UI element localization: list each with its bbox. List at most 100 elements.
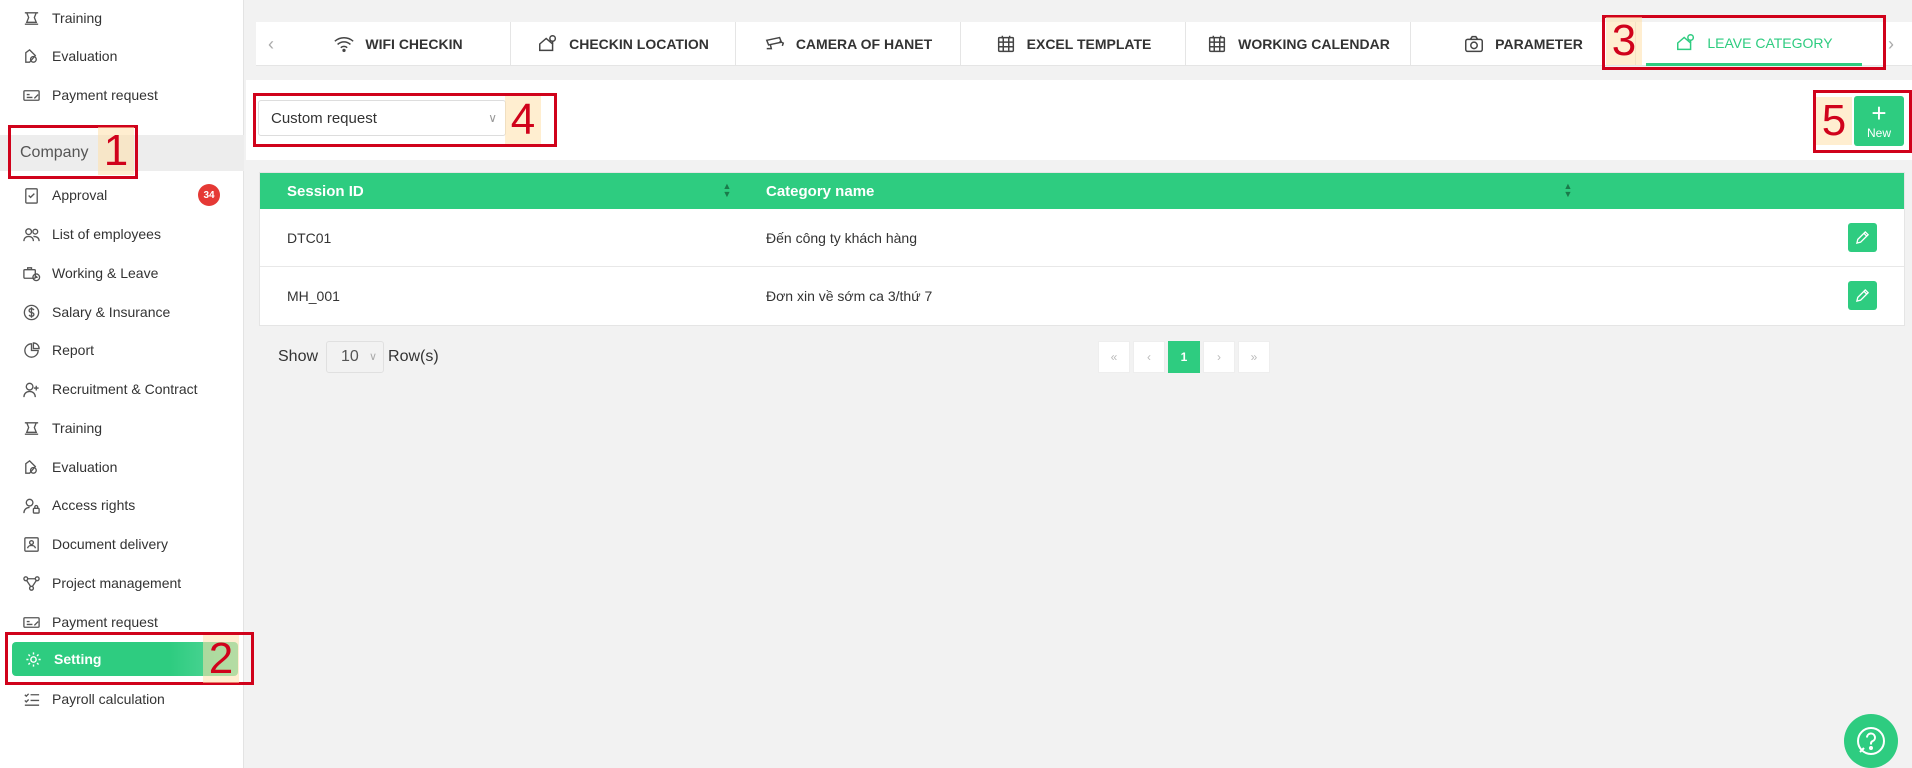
salary-icon bbox=[20, 301, 42, 323]
evaluation-icon bbox=[20, 456, 42, 478]
tab-camera-of-hanet[interactable]: CAMERA OF HANET bbox=[736, 22, 961, 66]
wifi-icon bbox=[333, 33, 355, 55]
annotation-number: 5 bbox=[1816, 97, 1852, 145]
payroll-icon bbox=[20, 688, 42, 710]
sidebar-item-payment-top[interactable]: Payment request bbox=[20, 80, 158, 110]
sidebar-item-label: Report bbox=[52, 342, 95, 358]
tab-label: LEAVE CATEGORY bbox=[1707, 34, 1833, 51]
payment-icon bbox=[20, 84, 42, 106]
tab-working-calendar[interactable]: WORKING CALENDAR bbox=[1186, 22, 1411, 66]
sort-icon[interactable]: ▲ ▼ bbox=[1563, 182, 1573, 200]
plus-icon: + bbox=[1871, 98, 1887, 128]
sidebar-item-label: Setting bbox=[54, 651, 102, 667]
column-header-session-id[interactable]: Session ID bbox=[287, 173, 364, 209]
table-header: Session ID ▲ ▼ Category name ▲ ▼ bbox=[260, 173, 1904, 209]
tab-wifi-checkin[interactable]: WIFI CHECKIN bbox=[286, 22, 511, 66]
leave-category-table: Session ID ▲ ▼ Category name ▲ ▼ DTC01 Đến… bbox=[259, 172, 1905, 326]
sidebar-item-label: Approval bbox=[52, 187, 108, 203]
annotation-number: 3 bbox=[1606, 17, 1642, 65]
leave-icon bbox=[1675, 32, 1697, 54]
chevron-down-icon: ∨ bbox=[488, 111, 497, 125]
pencil-icon bbox=[1855, 230, 1870, 245]
sidebar-item-label: Evaluation bbox=[52, 48, 118, 64]
report-icon bbox=[20, 339, 42, 361]
help-button[interactable] bbox=[1844, 714, 1898, 768]
annotation-number: 1 bbox=[98, 127, 134, 175]
sidebar-item-label: Payment request bbox=[52, 614, 158, 630]
training-icon bbox=[20, 7, 42, 29]
sidebar-item-project[interactable]: Project management bbox=[20, 568, 181, 598]
first-page-button[interactable]: « bbox=[1098, 341, 1130, 373]
request-type-value: Custom request bbox=[271, 109, 377, 127]
sidebar-item-label: Training bbox=[52, 420, 103, 436]
document-icon bbox=[20, 533, 42, 555]
sidebar-item-label: Working & Leave bbox=[52, 265, 159, 281]
filter-bar: Custom request ∨ + New bbox=[246, 80, 1912, 160]
tab-scroll-right-button[interactable]: › bbox=[1876, 22, 1906, 66]
sidebar-item-label: Project management bbox=[52, 575, 182, 591]
sidebar-item-report[interactable]: Report bbox=[20, 335, 94, 365]
rows-label: Row(s) bbox=[388, 348, 439, 365]
last-page-button[interactable]: » bbox=[1238, 341, 1270, 373]
tab-label: CAMERA OF HANET bbox=[795, 36, 933, 52]
sidebar-item-label: Payroll calculation bbox=[52, 691, 165, 707]
tab-excel-template[interactable]: EXCEL TEMPLATE bbox=[961, 22, 1186, 66]
tab-checkin-location[interactable]: CHECKIN LOCATION bbox=[511, 22, 736, 66]
parameter-icon bbox=[1463, 33, 1485, 55]
table-row: DTC01 Đến công ty khách hàng bbox=[260, 209, 1904, 267]
sidebar-item-working-leave[interactable]: Working & Leave bbox=[20, 258, 158, 288]
sidebar-item-label: Document delivery bbox=[52, 536, 168, 552]
rows-per-page-select[interactable]: 10 ∨ bbox=[326, 341, 385, 373]
page-button-current[interactable]: 1 bbox=[1168, 341, 1200, 373]
session-id-cell: MH_001 bbox=[287, 288, 340, 304]
new-button-label: New bbox=[1866, 126, 1891, 140]
category-name-cell: Đến công ty khách hàng bbox=[766, 230, 917, 246]
tab-label: WORKING CALENDAR bbox=[1238, 36, 1390, 52]
new-button[interactable]: + New bbox=[1854, 96, 1904, 146]
payment-icon bbox=[20, 611, 42, 633]
settings-tab-bar: ‹ WIFI CHECKIN CHECKIN LOCATION CAMERA O… bbox=[256, 22, 1912, 66]
chevron-down-icon: ∨ bbox=[368, 351, 378, 363]
table-row: MH_001 Đơn xin về sớm ca 3/thứ 7 bbox=[260, 267, 1904, 325]
edit-button[interactable] bbox=[1848, 223, 1877, 252]
sidebar-item-training-top[interactable]: Training bbox=[20, 3, 102, 33]
gear-icon bbox=[22, 648, 44, 670]
sidebar-item-payment[interactable]: Payment request bbox=[20, 607, 158, 637]
edit-button[interactable] bbox=[1848, 281, 1877, 310]
sidebar-item-salary[interactable]: Salary & Insurance bbox=[20, 297, 170, 327]
sidebar-item-approval[interactable]: Approval bbox=[20, 180, 107, 210]
sidebar-item-access-rights[interactable]: Access rights bbox=[20, 490, 135, 520]
annotation-number: 4 bbox=[505, 96, 541, 144]
recruitment-icon bbox=[20, 378, 42, 400]
prev-page-button[interactable]: ‹ bbox=[1133, 341, 1165, 373]
sidebar-item-payroll[interactable]: Payroll calculation bbox=[20, 684, 165, 714]
sidebar-item-recruitment[interactable]: Recruitment & Contract bbox=[20, 374, 198, 404]
tab-parameter[interactable]: PARAMETER bbox=[1411, 22, 1636, 66]
column-header-category-name[interactable]: Category name bbox=[766, 173, 874, 209]
sidebar-item-label: Salary & Insurance bbox=[52, 304, 171, 320]
sidebar-item-evaluation-top[interactable]: Evaluation bbox=[20, 41, 117, 71]
request-type-select[interactable]: Custom request ∨ bbox=[258, 100, 506, 136]
approval-icon bbox=[20, 184, 42, 206]
sort-icon[interactable]: ▲ ▼ bbox=[722, 182, 732, 200]
session-id-cell: DTC01 bbox=[287, 230, 332, 246]
sidebar-item-document-delivery[interactable]: Document delivery bbox=[20, 529, 168, 559]
working-leave-icon bbox=[20, 262, 42, 284]
tab-scroll-left-button[interactable]: ‹ bbox=[256, 22, 286, 66]
tab-label: CHECKIN LOCATION bbox=[569, 36, 709, 52]
show-label: Show bbox=[278, 348, 319, 365]
sidebar-item-evaluation[interactable]: Evaluation bbox=[20, 452, 117, 482]
next-page-button[interactable]: › bbox=[1203, 341, 1235, 373]
sidebar-item-label: Payment request bbox=[52, 87, 158, 103]
employees-icon bbox=[20, 223, 42, 245]
evaluation-icon bbox=[20, 45, 42, 67]
tab-leave-category[interactable]: LEAVE CATEGORY bbox=[1646, 22, 1862, 66]
sidebar-item-employees[interactable]: List of employees bbox=[20, 219, 161, 249]
tab-label: WIFI CHECKIN bbox=[365, 36, 463, 52]
tab-label: PARAMETER bbox=[1495, 36, 1583, 52]
sidebar-item-training[interactable]: Training bbox=[20, 413, 102, 443]
approval-count-badge: 34 bbox=[198, 184, 220, 206]
rows-per-page: Show 10 ∨ Row(s) bbox=[278, 340, 439, 374]
sidebar-item-label: List of employees bbox=[52, 226, 161, 242]
pagination: « ‹ 1 › » bbox=[1098, 341, 1273, 373]
